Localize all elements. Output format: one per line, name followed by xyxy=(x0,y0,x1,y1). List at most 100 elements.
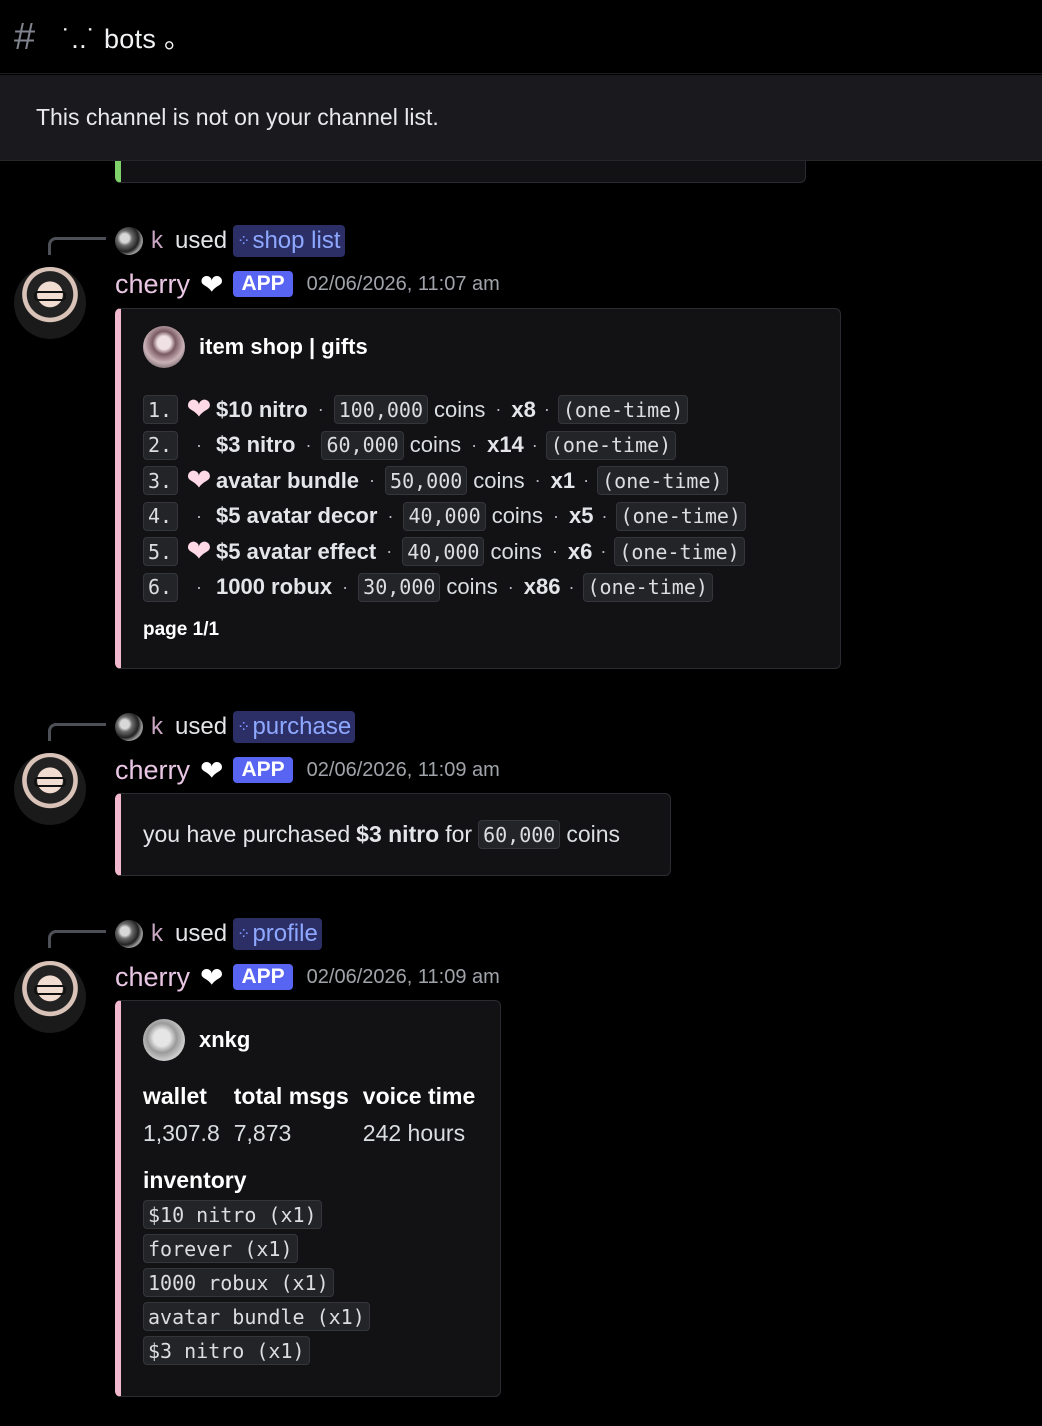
message-header: cherry ❤ APP 02/06/2026, 11:09 am xyxy=(115,959,500,995)
separator: · xyxy=(369,470,376,491)
separator: · xyxy=(543,399,550,420)
author-avatar[interactable] xyxy=(14,753,86,825)
item-stock: x1 xyxy=(550,467,576,493)
separator: · xyxy=(507,576,514,597)
purchase-for: for xyxy=(445,821,473,847)
field-name: voice time xyxy=(362,1083,476,1109)
inventory-item-code: forever (x1) xyxy=(143,1234,298,1263)
row-number: 2. xyxy=(143,430,178,460)
author-avatar[interactable] xyxy=(14,961,86,1033)
separator: · xyxy=(305,434,312,455)
glasses-detail xyxy=(34,291,66,301)
inventory-item: avatar bundle (x1) xyxy=(143,1302,500,1332)
profile-avatar xyxy=(143,1019,185,1061)
field-wallet: wallet 1,307.8 xyxy=(143,1083,220,1147)
item-price: 50,000 xyxy=(385,466,468,496)
author-name[interactable]: cherry xyxy=(115,962,190,993)
timestamp[interactable]: 02/06/2026, 11:09 am xyxy=(307,966,500,989)
app-command-icon: ⁘ xyxy=(237,926,250,943)
timestamp[interactable]: 02/06/2026, 11:09 am xyxy=(307,759,500,782)
price-unit: coins xyxy=(409,432,462,458)
command-name: shop list xyxy=(252,227,341,254)
embed-author: item shop | gifts xyxy=(143,326,840,368)
dot-icon: · xyxy=(196,434,202,455)
invoker-avatar[interactable] xyxy=(115,227,143,255)
separator: · xyxy=(551,541,558,562)
purchase-prefix: you have purchased xyxy=(143,821,351,847)
item-stock: x86 xyxy=(523,574,561,600)
item-type: (one-time) xyxy=(545,430,677,460)
item-type: (one-time) xyxy=(582,572,713,602)
profile-name: xnkg xyxy=(199,1027,251,1052)
embed-author-avatar xyxy=(143,326,185,368)
channel-name: ˙..˙ bots 。 xyxy=(62,24,192,54)
separator: · xyxy=(553,505,560,526)
inventory-list: $10 nitro (x1) forever (x1) 1000 robux (x1… xyxy=(143,1200,500,1366)
item-name: $5 avatar effect xyxy=(216,538,377,564)
heart-icon: ❤ xyxy=(186,393,212,427)
price-unit: coins xyxy=(434,396,486,422)
inventory-title: inventory xyxy=(143,1167,247,1193)
heart-icon: ❤ xyxy=(186,535,212,569)
item-type: (one-time) xyxy=(614,537,745,567)
dot-icon: · xyxy=(196,576,202,597)
field-name: wallet xyxy=(143,1083,207,1109)
app-command-icon: ⁘ xyxy=(237,719,250,736)
invoker-name[interactable]: k xyxy=(151,713,163,741)
inventory-item: $3 nitro (x1) xyxy=(143,1336,500,1366)
embed-author: xnkg xyxy=(143,1019,500,1061)
used-label: used xyxy=(175,713,228,740)
item-name: $5 avatar decor xyxy=(216,503,378,529)
purchase-item: $3 nitro xyxy=(356,821,440,847)
separator: · xyxy=(317,399,324,420)
command-chip[interactable]: ⁘ purchase xyxy=(233,711,356,743)
author-avatar[interactable] xyxy=(14,267,86,339)
separator: · xyxy=(386,541,393,562)
command-chip[interactable]: ⁘ profile xyxy=(233,918,322,950)
item-price: 40,000 xyxy=(402,537,485,567)
item-price: 100,000 xyxy=(333,395,428,425)
timestamp[interactable]: 02/06/2026, 11:07 am xyxy=(307,273,500,296)
dot-icon: · xyxy=(196,505,202,526)
item-stock: x5 xyxy=(569,503,594,529)
field-value: 1,307.8 xyxy=(143,1120,220,1146)
purchase-unit: coins xyxy=(566,821,621,847)
field-value: 242 hours xyxy=(362,1120,466,1146)
heart-icon: ❤ xyxy=(200,754,224,786)
separator: · xyxy=(583,470,590,491)
glasses-detail xyxy=(34,777,66,787)
command-invocation: k used ⁘ shop list xyxy=(115,225,345,257)
inventory-item-code: avatar bundle (x1) xyxy=(143,1302,370,1331)
shop-row: 2. · $3 nitro · 60,000 coins · x14 · (one-time) xyxy=(143,428,840,464)
invoker-avatar[interactable] xyxy=(115,920,143,948)
app-badge: APP xyxy=(233,271,293,297)
field-value: 7,873 xyxy=(233,1120,292,1146)
separator: · xyxy=(387,505,394,526)
command-chip[interactable]: ⁘ shop list xyxy=(233,225,345,257)
inventory-item-code: $3 nitro (x1) xyxy=(143,1336,310,1365)
heart-icon: ❤ xyxy=(200,268,224,300)
shop-row: 1. ❤ $10 nitro · 100,000 coins · x8 · (one-time) xyxy=(143,392,840,428)
invoker-avatar[interactable] xyxy=(115,713,143,741)
field-total-msgs: total msgs 7,873 xyxy=(234,1083,349,1147)
channel-notice: This channel is not on your channel list… xyxy=(0,75,1042,161)
field-voice-time: voice time 242 hours xyxy=(363,1083,476,1147)
separator: · xyxy=(568,576,575,597)
invoker-name[interactable]: k xyxy=(151,920,163,948)
author-name[interactable]: cherry xyxy=(115,755,190,786)
inventory-item: $10 nitro (x1) xyxy=(143,1200,500,1230)
item-price: 40,000 xyxy=(403,501,486,531)
item-stock: x8 xyxy=(511,396,536,422)
heart-icon: ❤ xyxy=(186,464,212,498)
item-name: $3 nitro xyxy=(216,432,296,458)
command-name: purchase xyxy=(252,713,352,740)
profile-fields: wallet 1,307.8 total msgs 7,873 voice ti… xyxy=(143,1083,500,1147)
shop-row: 6. · 1000 robux · 30,000 coins · x86 · (one-time) xyxy=(143,570,840,606)
inventory-item: forever (x1) xyxy=(143,1234,500,1264)
item-name: $10 nitro xyxy=(216,396,308,422)
invoker-name[interactable]: k xyxy=(151,227,163,255)
message-header: cherry ❤ APP 02/06/2026, 11:09 am xyxy=(115,752,500,788)
author-name[interactable]: cherry xyxy=(115,269,190,300)
price-unit: coins xyxy=(490,538,542,564)
separator: · xyxy=(495,399,502,420)
